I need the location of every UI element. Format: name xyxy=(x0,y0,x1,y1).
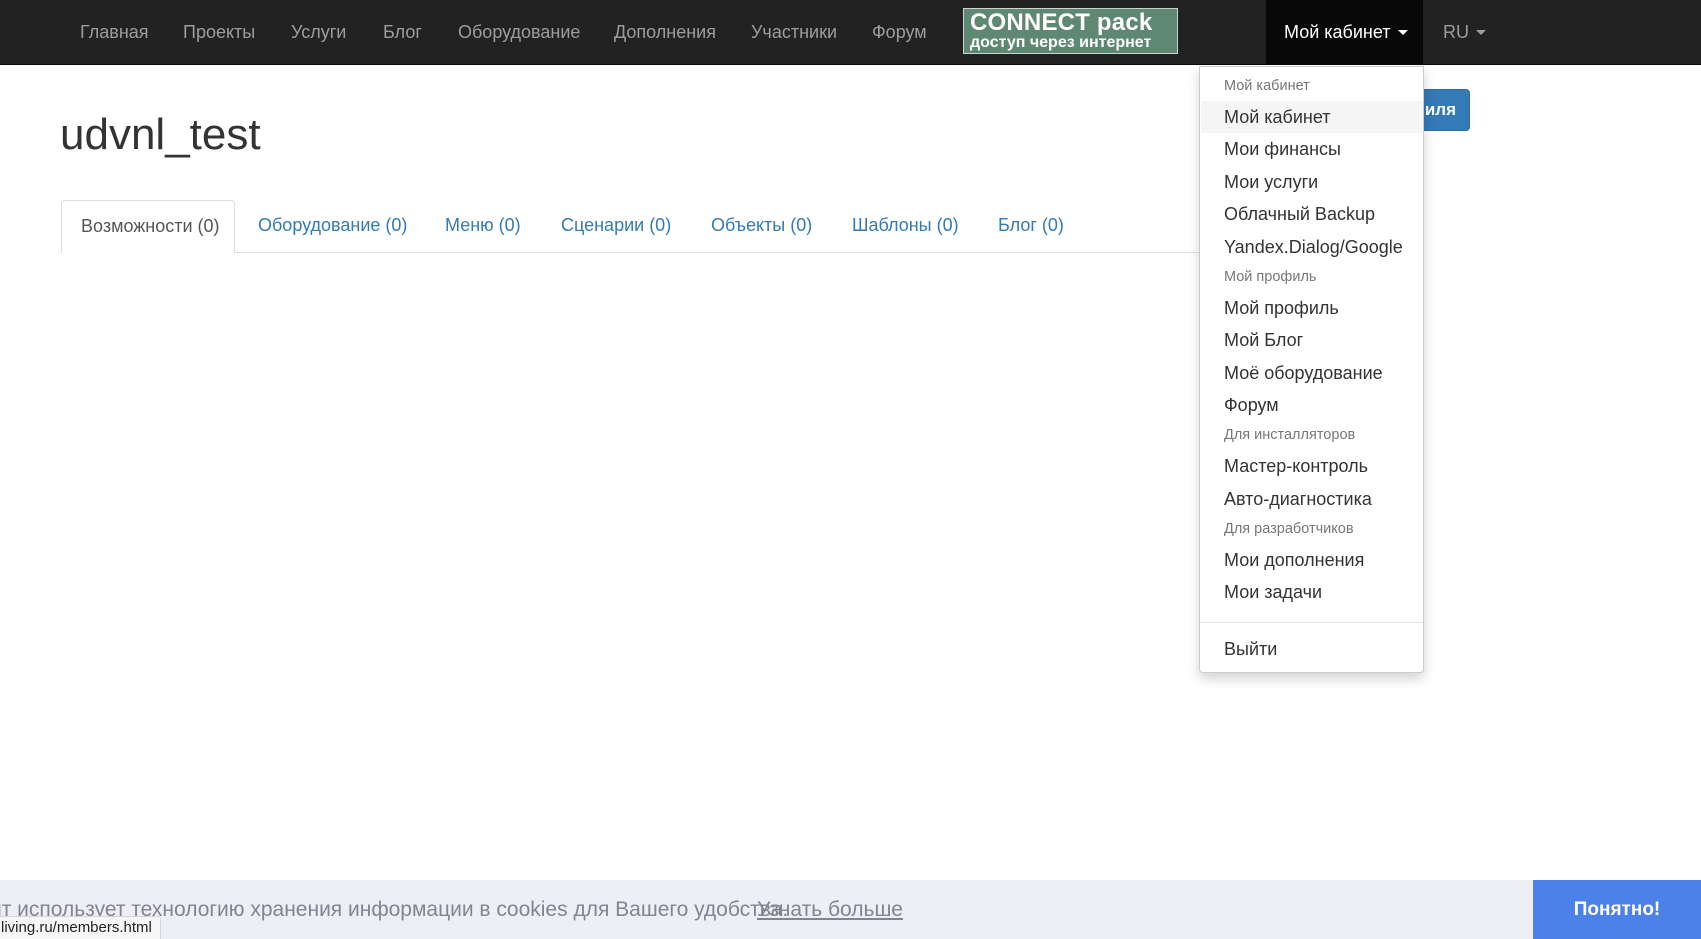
my-cabinet-dropdown-toggle[interactable]: Мой кабинет xyxy=(1266,0,1423,64)
connect-pack-subtitle: доступ через интернет xyxy=(970,34,1152,51)
my-cabinet-label: Мой кабинет xyxy=(1284,22,1391,42)
tab-objects[interactable]: Объекты (0) xyxy=(711,200,812,252)
menu-item-my-addons[interactable]: Мои дополнения xyxy=(1201,544,1423,576)
cookie-consent-bar: йт использует технологию хранения информ… xyxy=(0,880,1701,939)
nav-blog-link[interactable]: Блог xyxy=(383,0,422,64)
menu-item-my-services[interactable]: Мои услуги xyxy=(1201,166,1423,198)
tab-hardware[interactable]: Оборудование (0) xyxy=(258,200,407,252)
tab-menu[interactable]: Меню (0) xyxy=(445,200,521,252)
top-navbar: Главная Проекты Услуги Блог Оборудование… xyxy=(0,0,1701,65)
cookie-accept-button[interactable]: Понятно! xyxy=(1533,880,1701,939)
cookie-learn-more-link[interactable]: Узнать больше xyxy=(757,880,903,939)
menu-item-my-blog[interactable]: Мой Блог xyxy=(1201,324,1423,356)
menu-item-my-cabinet[interactable]: Мой кабинет xyxy=(1201,101,1423,133)
nav-addons-link[interactable]: Дополнения xyxy=(614,0,716,64)
dropdown-header-profile: Мой профиль xyxy=(1224,269,1317,285)
connect-pack-title: CONNECT pack xyxy=(970,9,1153,36)
status-bar-url: living.ru/members.html xyxy=(0,916,161,939)
nav-hardware-link[interactable]: Оборудование xyxy=(458,0,580,64)
menu-item-my-hardware[interactable]: Моё оборудование xyxy=(1201,357,1423,389)
tab-templates[interactable]: Шаблоны (0) xyxy=(852,200,959,252)
caret-down-icon xyxy=(1476,29,1486,35)
connect-pack-banner[interactable]: CONNECT pack доступ через интернет xyxy=(963,8,1178,54)
nav-services-link[interactable]: Услуги xyxy=(291,0,346,64)
tab-features[interactable]: Возможности (0) xyxy=(61,200,235,253)
tab-blog[interactable]: Блог (0) xyxy=(998,200,1064,252)
my-cabinet-dropdown-menu: Мой кабинет Мой кабинет Мои финансы Мои … xyxy=(1199,66,1424,673)
menu-item-auto-diagnostics[interactable]: Авто-диагностика xyxy=(1201,483,1423,515)
menu-item-my-finances[interactable]: Мои финансы xyxy=(1201,133,1423,165)
dropdown-header-cabinet: Мой кабинет xyxy=(1224,78,1310,94)
caret-down-icon xyxy=(1397,29,1408,35)
menu-item-my-tasks[interactable]: Мои задачи xyxy=(1201,576,1423,608)
language-label: RU xyxy=(1443,22,1469,42)
menu-item-forum[interactable]: Форум xyxy=(1201,389,1423,421)
nav-forum-link[interactable]: Форум xyxy=(872,0,927,64)
nav-members-link[interactable]: Участники xyxy=(751,0,837,64)
menu-item-cloud-backup[interactable]: Облачный Backup xyxy=(1201,198,1423,230)
menu-item-logout[interactable]: Выйти xyxy=(1201,633,1423,665)
nav-projects-link[interactable]: Проекты xyxy=(183,0,255,64)
menu-item-master-control[interactable]: Мастер-контроль xyxy=(1201,450,1423,482)
dropdown-header-installers: Для инсталляторов xyxy=(1224,427,1356,443)
language-dropdown-toggle[interactable]: RU xyxy=(1443,0,1486,64)
page-title: udvnl_test xyxy=(60,110,261,159)
menu-item-my-profile[interactable]: Мой профиль xyxy=(1201,292,1423,324)
tab-scenarios[interactable]: Сценарии (0) xyxy=(561,200,671,252)
menu-item-yandex-dialog[interactable]: Yandex.Dialog/Google xyxy=(1201,231,1423,263)
dropdown-divider xyxy=(1200,622,1423,623)
nav-home-link[interactable]: Главная xyxy=(80,0,149,64)
dropdown-header-developers: Для разработчиков xyxy=(1224,521,1354,537)
